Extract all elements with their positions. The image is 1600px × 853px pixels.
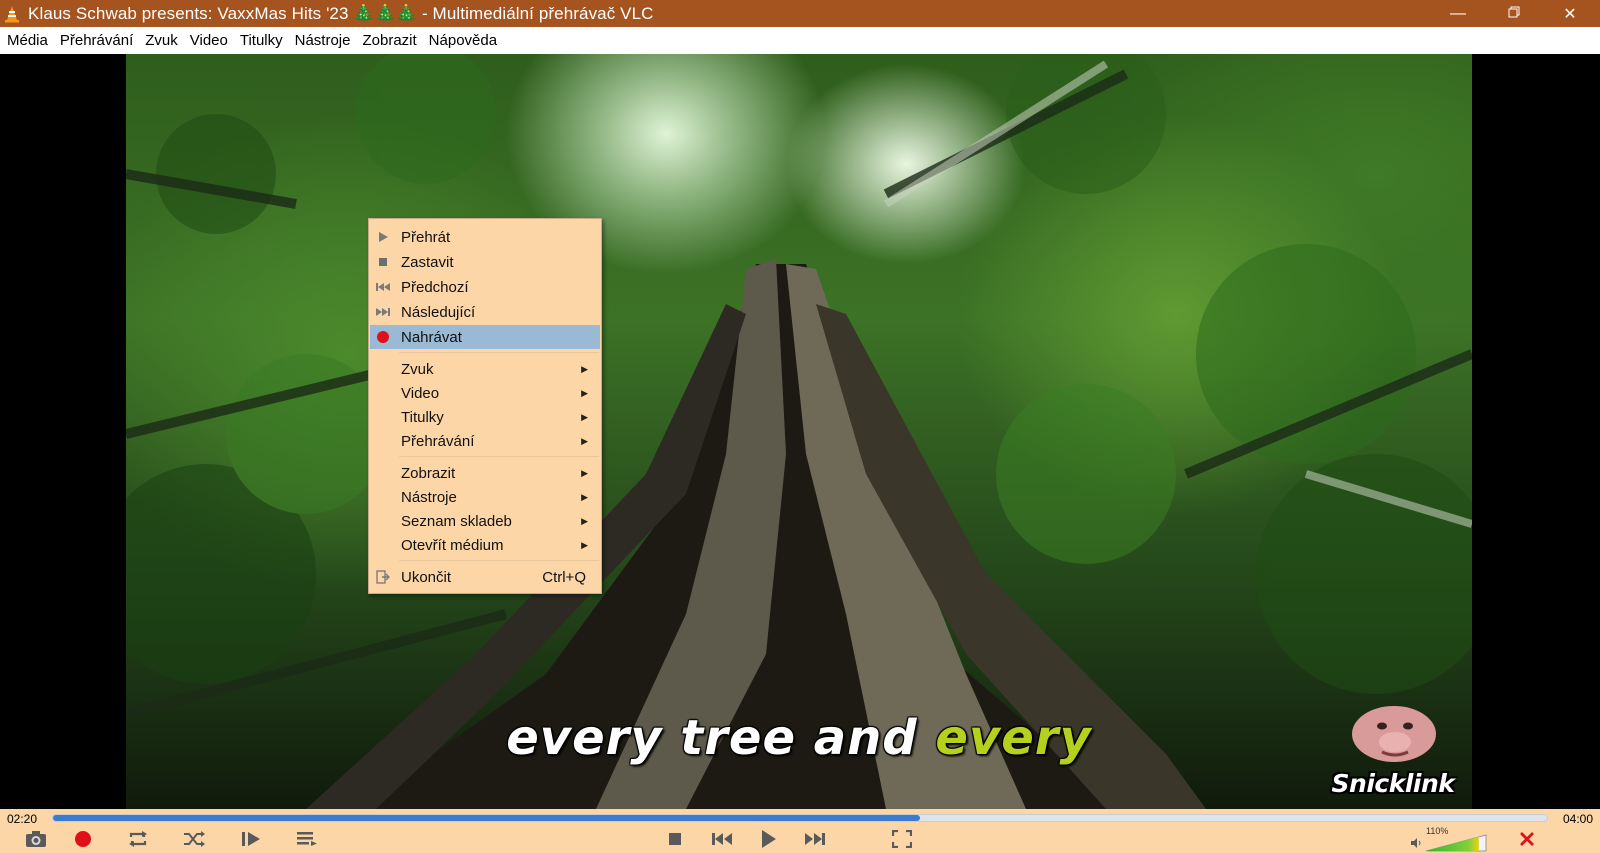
next-button[interactable] — [802, 827, 828, 851]
close-icon — [1519, 831, 1535, 847]
stop-icon — [667, 831, 683, 847]
next-icon — [375, 304, 391, 320]
title-bar[interactable]: Klaus Schwab presents: VaxxMas Hits '23 … — [0, 0, 1600, 27]
menu-subtitles[interactable]: Titulky — [234, 32, 289, 49]
seek-progress — [53, 815, 920, 821]
menu-separator — [399, 456, 599, 457]
forest-scene — [126, 54, 1472, 809]
menu-item-next[interactable]: Následující — [370, 300, 600, 324]
record-button[interactable] — [70, 827, 96, 851]
watermark-text: Snicklink — [1331, 769, 1455, 798]
close-button[interactable]: ✕ — [1542, 0, 1598, 27]
blobfish-logo-icon — [1352, 706, 1436, 762]
submenu-arrow-icon: ▶ — [581, 363, 588, 374]
menu-view[interactable]: Zobrazit — [356, 32, 422, 49]
window-title: Klaus Schwab presents: VaxxMas Hits '23 … — [28, 3, 654, 23]
channel-watermark: Snicklink — [1324, 694, 1462, 804]
menu-video[interactable]: Video — [184, 32, 234, 49]
fullscreen-button[interactable] — [889, 827, 915, 851]
submenu-arrow-icon: ▶ — [581, 515, 588, 526]
loop-icon — [127, 830, 149, 848]
previous-icon — [375, 279, 391, 295]
submenu-arrow-icon: ▶ — [581, 467, 588, 478]
maximize-icon — [1508, 5, 1520, 23]
shuffle-icon — [183, 830, 205, 848]
time-total[interactable]: 04:00 — [1563, 812, 1593, 826]
menu-item-playlist[interactable]: Seznam skladeb ▶ — [370, 509, 600, 533]
subtitle-text: every tree and every — [126, 710, 1472, 766]
menu-media[interactable]: Média — [1, 32, 54, 49]
maximize-button[interactable] — [1486, 0, 1542, 27]
snapshot-button[interactable] — [23, 827, 49, 851]
menu-item-audio[interactable]: Zvuk ▶ — [370, 357, 600, 381]
menu-playback[interactable]: Přehrávání — [54, 32, 139, 49]
menu-item-tools[interactable]: Nástroje ▶ — [370, 485, 600, 509]
camera-icon — [25, 830, 47, 848]
menu-item-play[interactable]: Přehrát — [370, 225, 600, 249]
playlist-icon — [296, 830, 318, 848]
menu-bar: Média Přehrávání Zvuk Video Titulky Nást… — [0, 27, 1600, 54]
menu-item-open-media[interactable]: Otevřít médium ▶ — [370, 533, 600, 557]
menu-item-subtitles[interactable]: Titulky ▶ — [370, 405, 600, 429]
menu-audio[interactable]: Zvuk — [139, 32, 184, 49]
play-button[interactable] — [755, 827, 781, 851]
menu-tools[interactable]: Nástroje — [289, 32, 357, 49]
submenu-arrow-icon: ▶ — [581, 435, 588, 446]
minimize-icon: — — [1450, 4, 1466, 22]
video-area[interactable]: every tree and every Snicklink — [0, 54, 1600, 809]
controls-bar: 02:20 04:00 110% — [0, 809, 1600, 853]
play-icon — [759, 829, 777, 849]
seek-slider[interactable] — [52, 814, 1548, 822]
time-elapsed[interactable]: 02:20 — [7, 812, 37, 826]
fullscreen-icon — [892, 830, 912, 848]
previous-icon — [711, 831, 733, 847]
subtitle-highlight: every — [935, 710, 1092, 766]
video-frame[interactable]: every tree and every Snicklink — [126, 54, 1472, 809]
menu-item-view[interactable]: Zobrazit ▶ — [370, 461, 600, 485]
minimize-button[interactable]: — — [1430, 0, 1486, 27]
next-icon — [804, 831, 826, 847]
menu-separator — [399, 560, 599, 561]
close-media-button[interactable] — [1514, 827, 1540, 851]
volume-control[interactable]: 110% — [1410, 826, 1490, 852]
play-icon — [375, 229, 391, 245]
loop-button[interactable] — [125, 827, 151, 851]
submenu-arrow-icon: ▶ — [581, 387, 588, 398]
menu-item-quit[interactable]: Ukončit Ctrl+Q — [370, 565, 600, 589]
stop-button[interactable] — [662, 827, 688, 851]
submenu-arrow-icon: ▶ — [581, 411, 588, 422]
menu-separator — [399, 352, 599, 353]
submenu-arrow-icon: ▶ — [581, 539, 588, 550]
menu-help[interactable]: Nápověda — [423, 32, 503, 49]
subtitle-white: every tree and — [506, 710, 918, 766]
frame-step-icon — [240, 830, 262, 848]
vlc-cone-icon — [4, 5, 22, 23]
menu-item-previous[interactable]: Předchozí — [370, 275, 600, 299]
context-menu: Přehrát Zastavit Předchozí Následující N… — [368, 218, 602, 594]
menu-item-video[interactable]: Video ▶ — [370, 381, 600, 405]
quit-shortcut: Ctrl+Q — [542, 568, 586, 586]
menu-item-stop[interactable]: Zastavit — [370, 250, 600, 274]
close-icon: ✕ — [1563, 5, 1577, 23]
exit-icon — [375, 569, 391, 585]
menu-item-playback[interactable]: Přehrávání ▶ — [370, 429, 600, 453]
playlist-button[interactable] — [294, 827, 320, 851]
submenu-arrow-icon: ▶ — [581, 491, 588, 502]
previous-button[interactable] — [709, 827, 735, 851]
menu-item-record[interactable]: Nahrávat — [370, 325, 600, 349]
frame-step-button[interactable] — [238, 827, 264, 851]
stop-icon — [375, 254, 391, 270]
volume-slider[interactable] — [1426, 834, 1488, 852]
record-icon — [74, 830, 92, 848]
record-icon — [375, 329, 391, 345]
shuffle-button[interactable] — [181, 827, 207, 851]
speaker-icon — [1410, 836, 1422, 853]
